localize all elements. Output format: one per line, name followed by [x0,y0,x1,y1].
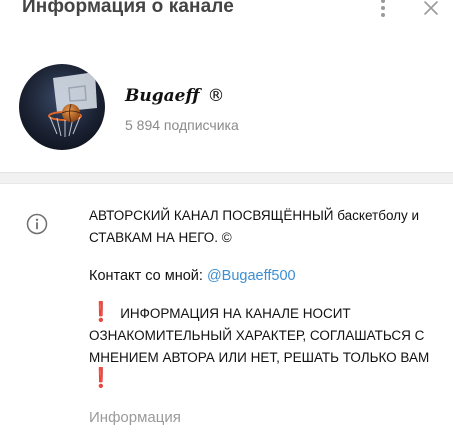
warning-text: ИНФОРМАЦИЯ НА КАНАЛЕ НОСИТ [120,306,351,321]
exclamation-icon: ❗ [89,368,113,389]
subscriber-count: 5 894 подписчика [125,117,239,133]
info-section-label: Информация [89,409,181,426]
contact-link[interactable]: @Bugaeff500 [207,268,296,284]
info-icon [26,213,48,235]
channel-info-header: Информация о канале [0,0,453,26]
channel-name-text: Bugaeff [125,86,200,106]
description-line: АВТОРСКИЙ КАНАЛ ПОСВЯЩЁННЫЙ баскетболу и [89,208,420,223]
channel-profile: Bugaeff ® 5 894 подписчика [0,55,453,155]
warning-line: ❗ ИНФОРМАЦИЯ НА КАНАЛЕ НОСИТ [89,303,429,325]
more-vertical-icon[interactable] [372,0,394,19]
channel-name: Bugaeff ® [125,86,225,106]
exclamation-icon: ❗ [89,302,113,323]
close-icon[interactable] [420,0,442,19]
section-divider [0,172,453,184]
channel-avatar[interactable] [19,64,105,150]
channel-description: АВТОРСКИЙ КАНАЛ ПОСВЯЩЁННЫЙ баскетболу и… [89,205,429,389]
description-line: СТАВКАМ НА НЕГО. © [89,230,232,245]
header-title: Информация о канале [22,0,234,17]
registered-mark: ® [207,86,225,106]
warning-line: МНЕНИЕМ АВТОРА ИЛИ НЕТ, РЕШАТЬ ТОЛЬКО ВА… [89,350,430,365]
contact-line: Контакт со мной: @Bugaeff500 [89,265,429,287]
warning-line: ОЗНАКОМИТЕЛЬНЫЙ ХАРАКТЕР, СОГЛАШАТЬСЯ С [89,328,425,343]
contact-prefix: Контакт со мной: [89,268,207,284]
